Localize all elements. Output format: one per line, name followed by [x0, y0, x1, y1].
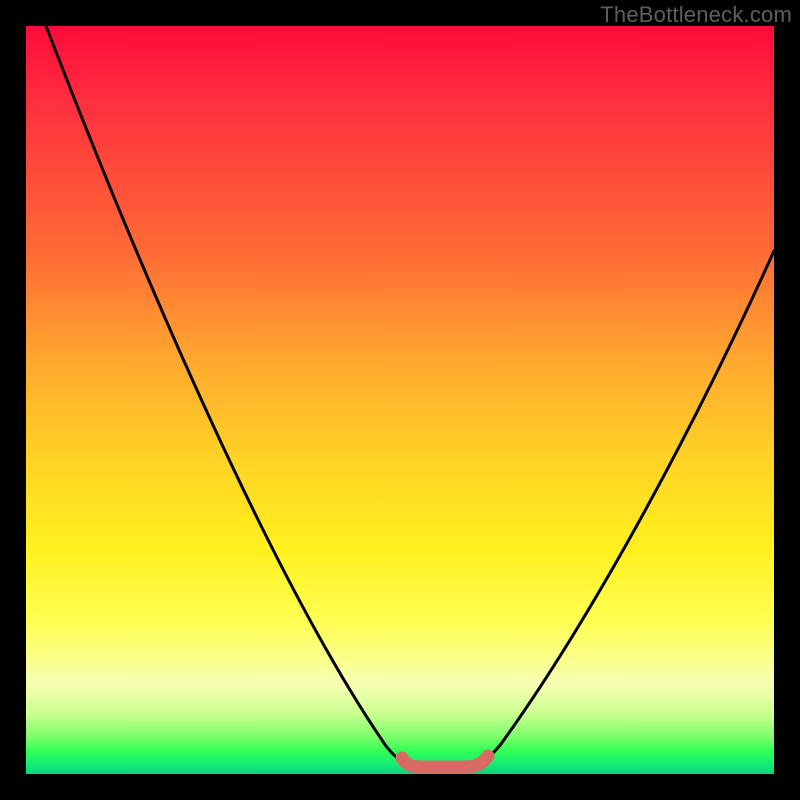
chart-frame: TheBottleneck.com	[0, 0, 800, 800]
watermark-text: TheBottleneck.com	[600, 2, 792, 28]
curve-path	[46, 26, 774, 764]
bottleneck-curve	[26, 26, 774, 774]
flat-segment	[402, 756, 488, 767]
plot-area	[26, 26, 774, 774]
